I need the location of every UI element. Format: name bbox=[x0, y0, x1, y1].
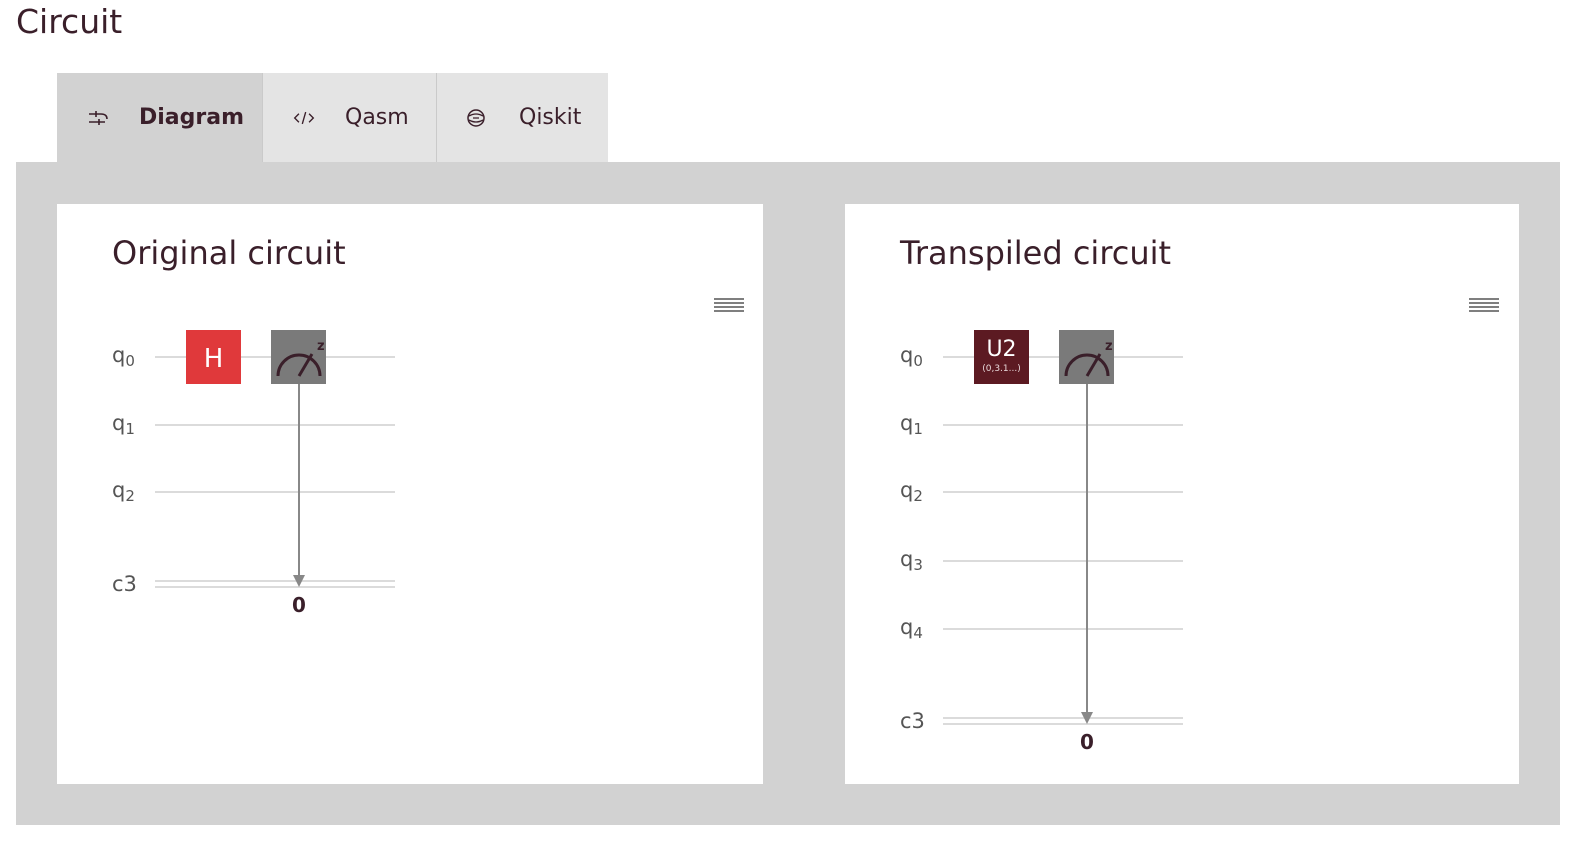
transpiled-circuit-card: Transpiled circuit q0 q1 q2 q3 q4 c3 U2 … bbox=[845, 204, 1519, 784]
wire-label-q3: q3 bbox=[900, 547, 923, 574]
u2-gate[interactable]: U2 (0,3.1...) bbox=[974, 330, 1029, 384]
code-icon bbox=[293, 107, 315, 129]
diagram-icon bbox=[87, 107, 109, 129]
section-title: Circuit bbox=[16, 2, 123, 41]
wire-label-q2: q2 bbox=[900, 478, 923, 505]
wire-label-c3: c3 bbox=[112, 572, 137, 596]
wire-label-q4: q4 bbox=[900, 615, 923, 642]
measure-gate[interactable]: z bbox=[1059, 330, 1114, 384]
u2-gate-params: (0,3.1...) bbox=[982, 364, 1021, 374]
tab-diagram[interactable]: Diagram bbox=[57, 73, 262, 162]
classical-bit-label: 0 bbox=[292, 593, 306, 617]
wire-label-q0: q0 bbox=[900, 343, 923, 370]
wire-label-c3: c3 bbox=[900, 709, 925, 733]
diagram-panel: Original circuit q0 q1 q2 c3 H z 0 Trans… bbox=[16, 162, 1560, 825]
tab-qasm[interactable]: Qasm bbox=[262, 73, 436, 162]
classical-bit-label: 0 bbox=[1080, 730, 1094, 754]
h-gate[interactable]: H bbox=[186, 330, 241, 384]
wire-label-q1: q1 bbox=[112, 411, 135, 438]
original-circuit-diagram: q0 q1 q2 c3 H z 0 bbox=[112, 330, 395, 617]
tab-diagram-label: Diagram bbox=[139, 105, 245, 130]
wire-label-q2: q2 bbox=[112, 478, 135, 505]
measure-basis-label: z bbox=[317, 339, 325, 354]
qiskit-icon bbox=[465, 107, 487, 129]
wire-label-q1: q1 bbox=[900, 411, 923, 438]
tab-qiskit-label: Qiskit bbox=[519, 105, 582, 130]
original-circuit-card: Original circuit q0 q1 q2 c3 H z 0 bbox=[57, 204, 763, 784]
tab-qasm-label: Qasm bbox=[345, 105, 409, 130]
measure-gate[interactable]: z bbox=[271, 330, 326, 384]
tab-bar: Diagram Qasm Qiskit bbox=[57, 73, 608, 162]
measure-basis-label: z bbox=[1105, 339, 1113, 354]
tab-qiskit[interactable]: Qiskit bbox=[436, 73, 608, 162]
h-gate-label: H bbox=[204, 344, 224, 374]
u2-gate-label: U2 bbox=[986, 337, 1016, 362]
transpiled-circuit-diagram: q0 q1 q2 q3 q4 c3 U2 (0,3.1...) z 0 bbox=[900, 330, 1183, 754]
wire-label-q0: q0 bbox=[112, 343, 135, 370]
